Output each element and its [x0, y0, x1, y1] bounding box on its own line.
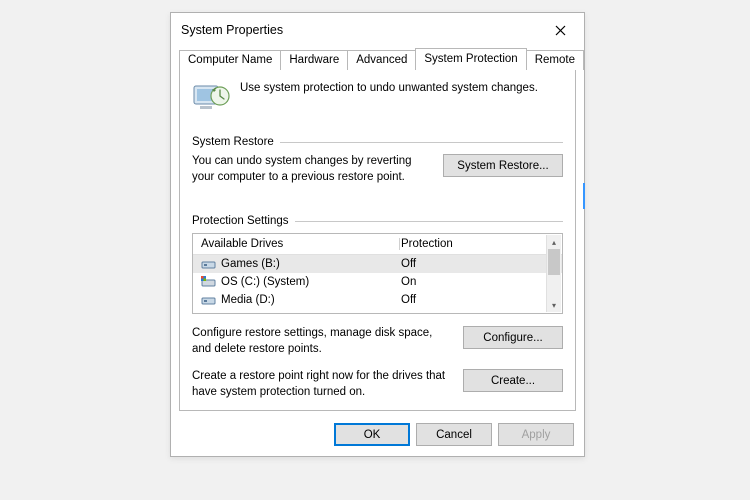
system-properties-dialog: System Properties Computer Name Hardware…	[170, 12, 585, 457]
section-header-settings: Protection Settings	[192, 215, 563, 227]
close-icon	[555, 25, 566, 36]
drive-protection: Off	[401, 258, 562, 270]
drive-icon	[201, 293, 217, 307]
section-header-settings-label: Protection Settings	[192, 215, 289, 227]
drive-row[interactable]: OS (C:) (System) On	[193, 273, 562, 291]
divider-line	[295, 221, 563, 222]
tab-bar: Computer Name Hardware Advanced System P…	[171, 47, 584, 69]
scroll-down-icon[interactable]: ▾	[547, 298, 561, 312]
window-edge-accent	[583, 183, 585, 209]
system-protection-icon	[192, 80, 230, 114]
close-button[interactable]	[544, 19, 576, 41]
column-header-protection[interactable]: Protection	[401, 238, 562, 250]
intro-text: Use system protection to undo unwanted s…	[240, 80, 538, 94]
create-row: Create a restore point right now for the…	[192, 369, 563, 400]
scroll-thumb[interactable]	[548, 249, 560, 275]
configure-button[interactable]: Configure...	[463, 326, 563, 349]
dialog-button-row: OK Cancel Apply	[171, 417, 584, 456]
column-divider[interactable]	[399, 238, 400, 250]
apply-button[interactable]: Apply	[498, 423, 574, 446]
ok-button[interactable]: OK	[334, 423, 410, 446]
titlebar: System Properties	[171, 13, 584, 45]
scrollbar[interactable]: ▴ ▾	[546, 235, 561, 312]
configure-description: Configure restore settings, manage disk …	[192, 326, 453, 357]
drive-protection: On	[401, 276, 562, 288]
drives-header: Available Drives Protection	[193, 234, 562, 255]
drives-list-box: Available Drives Protection Games (B:) O…	[192, 233, 563, 314]
system-restore-button[interactable]: System Restore...	[443, 154, 563, 177]
drive-icon	[201, 275, 217, 289]
window-title: System Properties	[181, 23, 283, 37]
tab-advanced[interactable]: Advanced	[347, 50, 416, 70]
tab-hardware[interactable]: Hardware	[280, 50, 348, 70]
create-button[interactable]: Create...	[463, 369, 563, 392]
drive-name: OS (C:) (System)	[221, 276, 401, 288]
drive-row[interactable]: Games (B:) Off	[193, 255, 562, 273]
column-header-drives[interactable]: Available Drives	[201, 238, 401, 250]
scroll-up-icon[interactable]: ▴	[547, 235, 561, 249]
tab-computer-name[interactable]: Computer Name	[179, 50, 281, 70]
drives-list[interactable]: Games (B:) Off OS (C:) (System) On Media…	[193, 255, 562, 313]
drive-icon	[201, 257, 217, 271]
tab-panel-system-protection: Use system protection to undo unwanted s…	[179, 69, 576, 411]
create-description: Create a restore point right now for the…	[192, 369, 453, 400]
section-header-restore: System Restore	[192, 136, 563, 148]
restore-row: You can undo system changes by reverting…	[192, 154, 563, 185]
drive-protection: Off	[401, 294, 562, 306]
tab-system-protection[interactable]: System Protection	[415, 48, 526, 70]
configure-row: Configure restore settings, manage disk …	[192, 326, 563, 357]
tab-remote[interactable]: Remote	[526, 50, 584, 70]
restore-description: You can undo system changes by reverting…	[192, 154, 433, 185]
drive-row[interactable]: Media (D:) Off	[193, 291, 562, 309]
divider-line	[280, 142, 563, 143]
drive-name: Media (D:)	[221, 294, 401, 306]
section-header-restore-label: System Restore	[192, 136, 274, 148]
drive-name: Games (B:)	[221, 258, 401, 270]
intro-row: Use system protection to undo unwanted s…	[192, 80, 563, 114]
cancel-button[interactable]: Cancel	[416, 423, 492, 446]
